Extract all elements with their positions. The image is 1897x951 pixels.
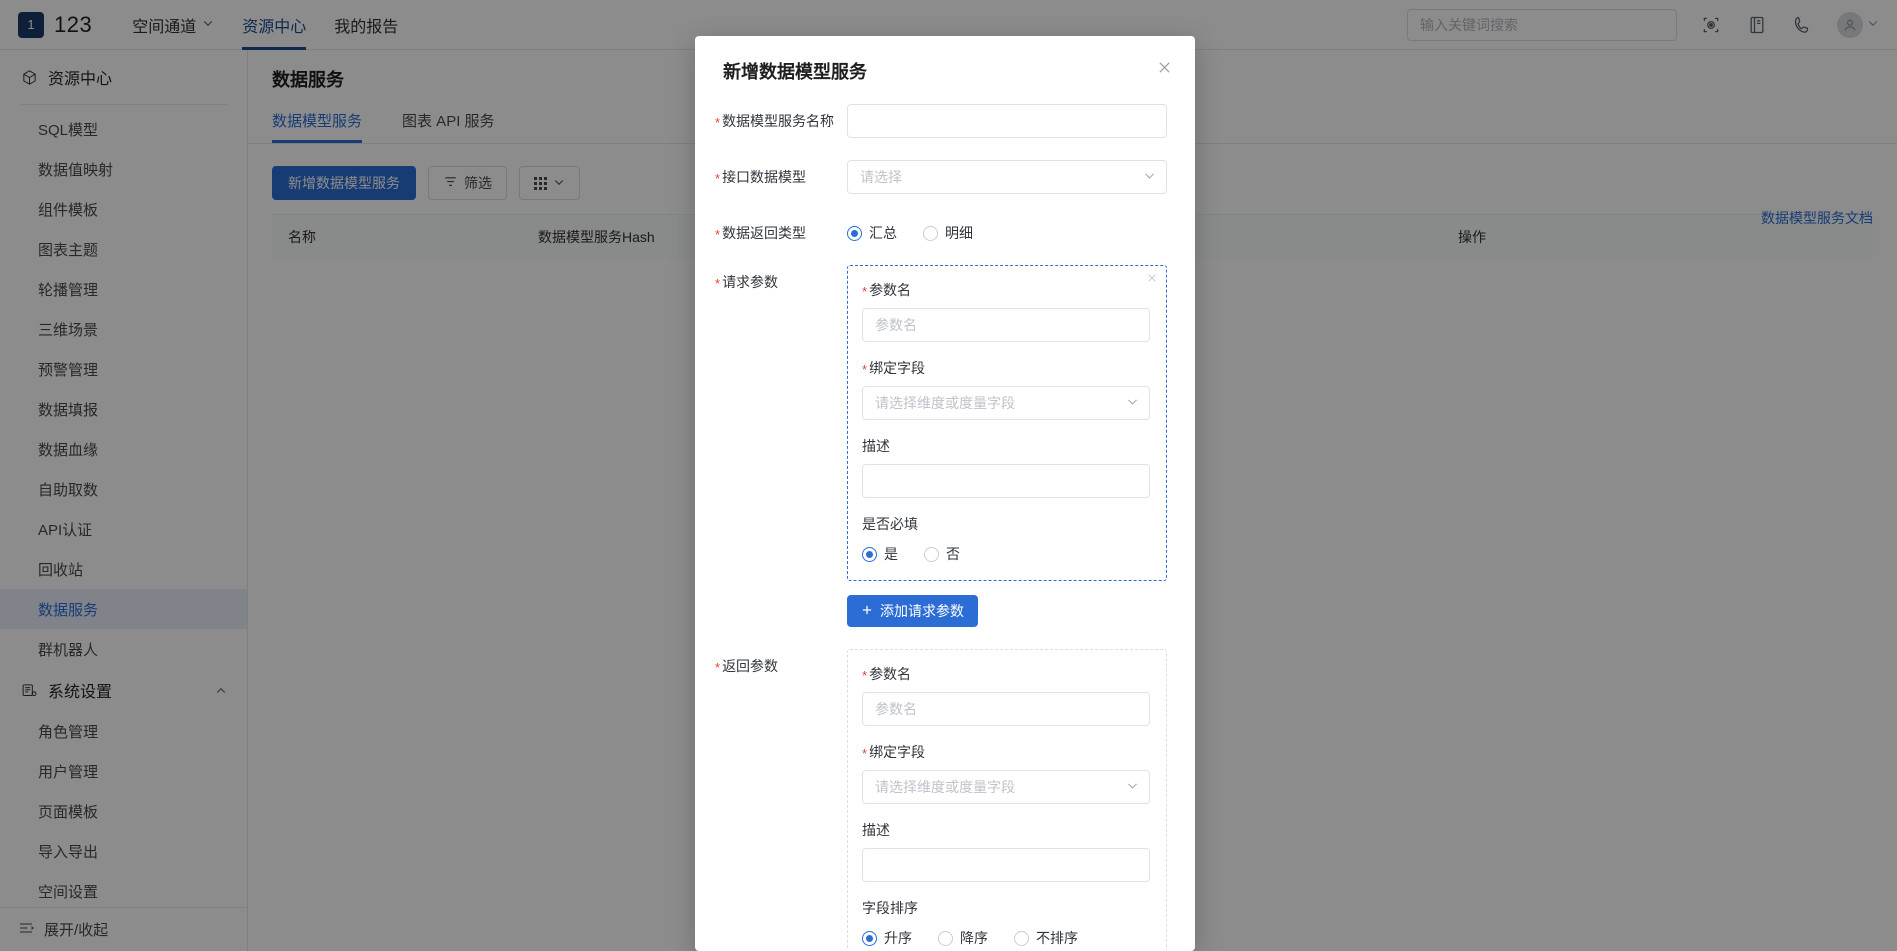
return-description-input[interactable] <box>862 848 1150 882</box>
add-request-param-label: 添加请求参数 <box>880 603 964 619</box>
subfield-return-param-name: 参数名 <box>862 664 1150 726</box>
field-row-service-name: 数据模型服务名称 <box>715 104 1167 138</box>
radio-dot-icon <box>847 225 862 241</box>
radio-label: 不排序 <box>1036 930 1078 946</box>
request-param-name-input[interactable] <box>862 308 1150 342</box>
chevron-down-icon <box>1126 395 1139 411</box>
subfield-label: 描述 <box>862 822 890 838</box>
subfield-label: 参数名 <box>862 664 1150 684</box>
return-type-radio-group: 汇总 明细 <box>847 216 1167 243</box>
field-row-return-type: 数据返回类型 汇总 明细 <box>715 216 1167 243</box>
radio-dot-icon <box>924 546 939 562</box>
select-placeholder: 请选择维度或度量字段 <box>875 779 1015 795</box>
field-label-interface-model: 接口数据模型 <box>715 160 847 187</box>
field-control-return-type: 汇总 明细 <box>847 216 1167 243</box>
field-label-return-params: 返回参数 <box>715 649 847 676</box>
radio-dot-icon <box>938 930 953 946</box>
radio-dot-icon <box>923 225 938 241</box>
radio-dot-icon <box>862 930 877 946</box>
subfield-request-param-name: 参数名 <box>862 280 1150 342</box>
chevron-down-icon <box>1126 779 1139 795</box>
radio-sort-descending[interactable]: 降序 <box>938 928 988 948</box>
subfield-label: 参数名 <box>862 280 1150 300</box>
chevron-down-icon <box>1143 169 1156 185</box>
subfield-label: 描述 <box>862 438 890 454</box>
field-row-request-params: 请求参数 参数名 绑定字段 <box>715 265 1167 627</box>
subfield-request-bind-field: 绑定字段 请选择维度或度量字段 <box>862 358 1150 420</box>
field-row-return-params: 返回参数 参数名 绑定字段 请选择维度或度量字段 <box>715 649 1167 950</box>
radio-dot-icon <box>862 546 877 562</box>
radio-is-required-no[interactable]: 否 <box>924 544 960 564</box>
select-placeholder: 请选择 <box>860 169 902 185</box>
add-request-param-button[interactable]: 添加请求参数 <box>847 595 978 627</box>
dialog-header: 新增数据模型服务 <box>695 36 1195 90</box>
close-icon[interactable] <box>1151 54 1177 80</box>
subfield-return-bind-field: 绑定字段 请选择维度或度量字段 <box>862 742 1150 804</box>
field-control-request-params: 参数名 绑定字段 请选择维度或度量字段 <box>847 265 1167 627</box>
radio-label: 汇总 <box>869 225 897 241</box>
plus-icon <box>861 603 873 619</box>
subfield-is-required: 是否必填 是 否 <box>862 514 1150 564</box>
field-control-return-params: 参数名 绑定字段 请选择维度或度量字段 <box>847 649 1167 950</box>
app-root: 1 123 空间通道 资源中心 我的报告 输入关键词搜索 资源中心 SQL模型 … <box>0 0 1897 951</box>
field-label-service-name: 数据模型服务名称 <box>715 104 847 131</box>
interface-model-select[interactable]: 请选择 <box>847 160 1167 194</box>
radio-label: 降序 <box>960 930 988 946</box>
select-placeholder: 请选择维度或度量字段 <box>875 395 1015 411</box>
dialog-title: 新增数据模型服务 <box>723 62 867 82</box>
radio-label: 升序 <box>884 930 912 946</box>
radio-is-required-yes[interactable]: 是 <box>862 544 898 564</box>
subfield-label: 字段排序 <box>862 900 918 916</box>
radio-sort-ascending[interactable]: 升序 <box>862 928 912 948</box>
service-name-input[interactable] <box>847 104 1167 138</box>
radio-return-type-detail[interactable]: 明细 <box>923 223 973 243</box>
request-description-input[interactable] <box>862 464 1150 498</box>
close-icon[interactable] <box>1146 272 1158 287</box>
field-control-service-name <box>847 104 1167 138</box>
field-control-interface-model: 请选择 <box>847 160 1167 194</box>
request-param-card: 参数名 绑定字段 请选择维度或度量字段 <box>847 265 1167 581</box>
field-row-interface-model: 接口数据模型 请选择 <box>715 160 1167 194</box>
radio-label: 是 <box>884 546 898 562</box>
subfield-label: 绑定字段 <box>862 742 1150 762</box>
radio-label: 明细 <box>945 225 973 241</box>
field-label-request-params: 请求参数 <box>715 265 847 292</box>
radio-label: 否 <box>946 546 960 562</box>
radio-dot-icon <box>1014 930 1029 946</box>
subfield-label: 绑定字段 <box>862 358 1150 378</box>
radio-sort-none[interactable]: 不排序 <box>1014 928 1078 948</box>
dialog-body: 数据模型服务名称 接口数据模型 请选择 <box>695 90 1195 950</box>
subfield-request-description: 描述 <box>862 436 1150 498</box>
subfield-label: 是否必填 <box>862 516 918 532</box>
return-bind-field-select[interactable]: 请选择维度或度量字段 <box>862 770 1150 804</box>
field-sort-radio-group: 升序 降序 不排序 <box>862 926 1150 948</box>
field-label-return-type: 数据返回类型 <box>715 216 847 243</box>
is-required-radio-group: 是 否 <box>862 542 1150 564</box>
subfield-field-sort: 字段排序 升序 降序 不排序 <box>862 898 1150 948</box>
request-bind-field-select[interactable]: 请选择维度或度量字段 <box>862 386 1150 420</box>
return-param-card: 参数名 绑定字段 请选择维度或度量字段 <box>847 649 1167 950</box>
radio-return-type-summary[interactable]: 汇总 <box>847 223 897 243</box>
return-param-name-input[interactable] <box>862 692 1150 726</box>
subfield-return-description: 描述 <box>862 820 1150 882</box>
add-data-model-service-dialog: 新增数据模型服务 数据模型服务名称 接口数据模型 请选择 <box>695 36 1195 951</box>
